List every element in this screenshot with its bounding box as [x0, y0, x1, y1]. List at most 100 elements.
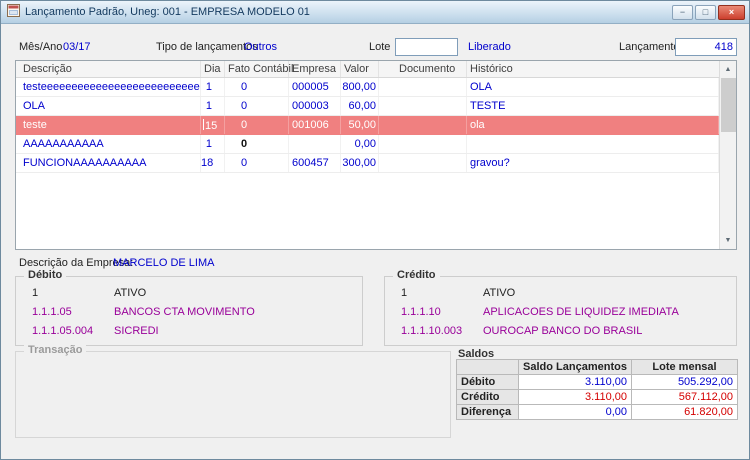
tipo-lancamentos-label: Tipo de lançamentos — [156, 41, 258, 53]
table-row[interactable]: OLA 1 0 000003 60,00 TESTE — [16, 97, 719, 116]
mes-ano-label: Mês/Ano — [19, 41, 63, 53]
saldos-corner-cell — [456, 359, 519, 375]
saldos-credito-saldo: 3.110,00 — [518, 389, 632, 405]
grid-body: testeeeeeeeeeeeeeeeeeeeeeeeeee 1 0 00000… — [16, 78, 719, 249]
text-caret — [203, 119, 204, 130]
saldos-table: Saldo Lançamentos Lote mensal Débito 3.1… — [456, 359, 738, 420]
credito-account-row: 1.1.1.10.003 OUROCAP BANCO DO BRASIL — [401, 325, 730, 337]
cell-historico — [467, 135, 719, 153]
cell-fato-contabil: 0 — [225, 116, 289, 134]
app-icon — [7, 4, 20, 20]
account-name: BANCOS CTA MOVIMENTO — [114, 306, 255, 318]
mes-ano-value: 03/17 — [63, 41, 91, 53]
saldos-row-label: Crédito — [456, 389, 519, 405]
debito-account-row: 1.1.1.05 BANCOS CTA MOVIMENTO — [32, 306, 356, 318]
lote-label: Lote — [369, 41, 391, 53]
lote-status-text: Liberado — [468, 41, 511, 53]
cell-descricao: FUNCIONAAAAAAAAAA — [16, 154, 201, 172]
saldos-debito-lote: 505.292,00 — [631, 374, 738, 390]
column-header-fato-contabil[interactable]: Fato Contábil — [225, 61, 293, 77]
account-code: 1.1.1.10.003 — [401, 325, 463, 337]
cell-dia: 1 — [201, 78, 225, 96]
cell-documento — [379, 135, 467, 153]
lote-input[interactable] — [395, 38, 458, 56]
window-title: Lançamento Padrão, Uneg: 001 - EMPRESA M… — [25, 6, 310, 18]
cell-documento — [379, 78, 467, 96]
debito-groupbox: Débito 1 ATIVO 1.1.1.05 BANCOS CTA MOVIM… — [15, 269, 363, 346]
cell-documento — [379, 116, 467, 134]
column-header-historico[interactable]: Histórico — [467, 61, 736, 77]
cell-empresa: 000005 — [289, 78, 341, 96]
cell-empresa: 001006 — [289, 116, 341, 134]
saldos-diferenca-lote: 61.820,00 — [631, 404, 738, 420]
cell-historico: gravou? — [467, 154, 719, 172]
cell-valor: 60,00 — [341, 97, 379, 115]
cell-descricao: AAAAAAAAAAA — [16, 135, 201, 153]
saldos-row-label: Diferença — [456, 404, 519, 420]
scroll-thumb[interactable] — [721, 78, 736, 132]
column-header-documento[interactable]: Documento — [379, 61, 467, 77]
cell-documento — [379, 97, 467, 115]
cell-fato-contabil: 0 — [225, 135, 289, 153]
credito-account-row: 1.1.1.10 APLICACOES DE LIQUIDEZ IMEDIATA — [401, 306, 730, 318]
minimize-button[interactable]: − — [672, 4, 693, 20]
saldos-debito-row: Débito 3.110,00 505.292,00 — [456, 374, 738, 390]
cell-dia: 18 — [201, 154, 225, 172]
column-header-dia[interactable]: Dia — [201, 61, 225, 77]
debito-title: Débito — [24, 269, 67, 281]
dia-value: 15 — [205, 120, 218, 132]
table-row-selected[interactable]: teste 15 0 001006 50,00 ola — [16, 116, 719, 135]
cell-descricao: testeeeeeeeeeeeeeeeeeeeeeeeeee — [16, 78, 201, 96]
debito-account-row: 1.1.1.05.004 SICREDI — [32, 325, 356, 337]
saldos-credito-lote: 567.112,00 — [631, 389, 738, 405]
transacao-title: Transação — [24, 344, 87, 356]
entries-grid: Descrição Dia Fato Contábil Empresa Valo… — [15, 60, 737, 250]
account-name: APLICACOES DE LIQUIDEZ IMEDIATA — [483, 306, 679, 318]
cell-fato-contabil: 0 — [225, 78, 289, 96]
vertical-scrollbar[interactable]: ▲ ▼ — [719, 61, 736, 249]
column-header-empresa[interactable]: Empresa — [289, 61, 341, 77]
table-row[interactable]: testeeeeeeeeeeeeeeeeeeeeeeeeee 1 0 00000… — [16, 78, 719, 97]
cell-valor: 50,00 — [341, 116, 379, 134]
account-code: 1 — [401, 287, 408, 299]
close-button[interactable]: × — [718, 4, 745, 20]
cell-documento — [379, 154, 467, 172]
account-name: ATIVO — [114, 287, 147, 299]
lancamento-input[interactable] — [675, 38, 737, 56]
table-row[interactable]: FUNCIONAAAAAAAAAA 18 0 600457 300,00 gra… — [16, 154, 719, 173]
account-name: ATIVO — [483, 287, 516, 299]
client-area: Mês/Ano 03/17 Tipo de lançamentos Outros… — [1, 24, 749, 459]
scroll-up-icon[interactable]: ▲ — [720, 61, 737, 78]
cell-empresa: 600457 — [289, 154, 341, 172]
cell-valor: 800,00 — [341, 78, 379, 96]
window-controls: − □ × — [672, 4, 745, 20]
cell-valor: 300,00 — [341, 154, 379, 172]
account-code: 1.1.1.10 — [401, 306, 441, 318]
account-name: OUROCAP BANCO DO BRASIL — [483, 325, 643, 337]
debito-account-row: 1 ATIVO — [32, 287, 356, 299]
cell-historico: OLA — [467, 78, 719, 96]
lancamento-label: Lançamento — [619, 41, 680, 53]
table-row[interactable]: AAAAAAAAAAA 1 0 0,00 — [16, 135, 719, 154]
saldos-header-row: Saldo Lançamentos Lote mensal — [456, 359, 738, 375]
saldos-diferenca-saldo: 0,00 — [518, 404, 632, 420]
maximize-button[interactable]: □ — [695, 4, 716, 20]
account-name: SICREDI — [114, 325, 159, 337]
credito-account-row: 1 ATIVO — [401, 287, 730, 299]
saldos-row-label: Débito — [456, 374, 519, 390]
cell-historico: TESTE — [467, 97, 719, 115]
cell-valor: 0,00 — [341, 135, 379, 153]
credito-title: Crédito — [393, 269, 440, 281]
saldos-col-saldo-lancamentos: Saldo Lançamentos — [518, 359, 632, 375]
column-header-descricao[interactable]: Descrição — [16, 61, 201, 77]
tipo-lancamentos-value: Outros — [244, 41, 278, 53]
app-window: Lançamento Padrão, Uneg: 001 - EMPRESA M… — [0, 0, 750, 460]
scroll-down-icon[interactable]: ▼ — [720, 232, 737, 249]
cell-dia: 1 — [201, 135, 225, 153]
dia-cell-editor[interactable]: 15 — [201, 116, 225, 134]
column-header-valor[interactable]: Valor — [341, 61, 379, 77]
saldos-col-lote-mensal: Lote mensal — [631, 359, 738, 375]
titlebar[interactable]: Lançamento Padrão, Uneg: 001 - EMPRESA M… — [1, 1, 749, 24]
saldos-credito-row: Crédito 3.110,00 567.112,00 — [456, 389, 738, 405]
cell-historico: ola — [467, 116, 719, 134]
